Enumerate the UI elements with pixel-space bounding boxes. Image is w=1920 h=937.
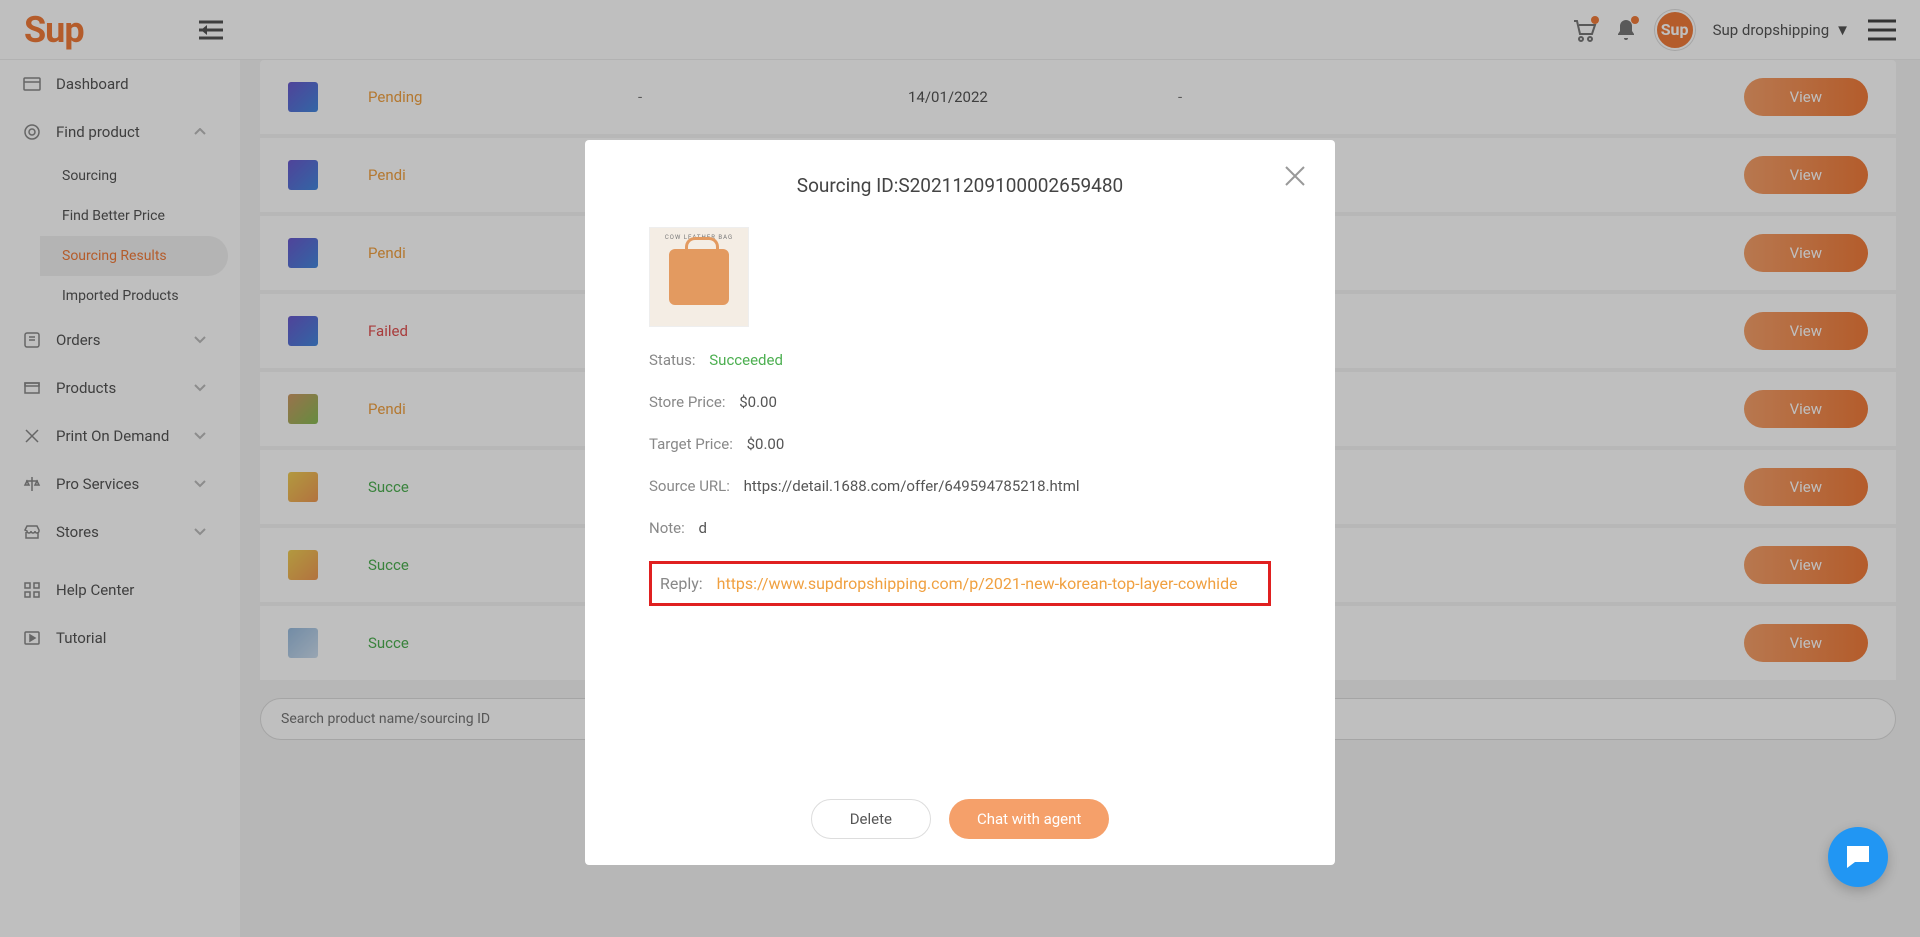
field-source-url: Source URL: https://detail.1688.com/offe…: [649, 477, 1271, 495]
chat-with-agent-button[interactable]: Chat with agent: [949, 799, 1109, 839]
note-value: d: [698, 519, 706, 537]
status-value: Succeeded: [709, 351, 783, 369]
product-image: COW LEATHER BAG: [649, 227, 749, 327]
modal-footer: Delete Chat with agent: [649, 799, 1271, 839]
field-reply-highlight: Reply: https://www.supdropshipping.com/p…: [649, 561, 1271, 606]
field-status: Status: Succeeded: [649, 351, 1271, 369]
source-url-value: https://detail.1688.com/offer/6495947852…: [744, 477, 1080, 495]
field-note: Note: d: [649, 519, 1271, 537]
sourcing-detail-modal: Sourcing ID:S20211209100002659480 COW LE…: [585, 140, 1335, 865]
field-store-price: Store Price: $0.00: [649, 393, 1271, 411]
modal-overlay[interactable]: Sourcing ID:S20211209100002659480 COW LE…: [0, 0, 1920, 937]
bag-icon: [669, 249, 729, 305]
delete-button[interactable]: Delete: [811, 799, 931, 839]
target-price-value: $0.00: [747, 435, 785, 453]
close-icon[interactable]: [1281, 162, 1309, 190]
store-price-value: $0.00: [739, 393, 777, 411]
field-target-price: Target Price: $0.00: [649, 435, 1271, 453]
modal-title: Sourcing ID:S20211209100002659480: [649, 174, 1271, 197]
chat-fab-icon[interactable]: [1828, 827, 1888, 887]
modal-body: COW LEATHER BAG Status: Succeeded Store …: [649, 227, 1271, 789]
reply-link[interactable]: https://www.supdropshipping.com/p/2021-n…: [717, 574, 1238, 593]
